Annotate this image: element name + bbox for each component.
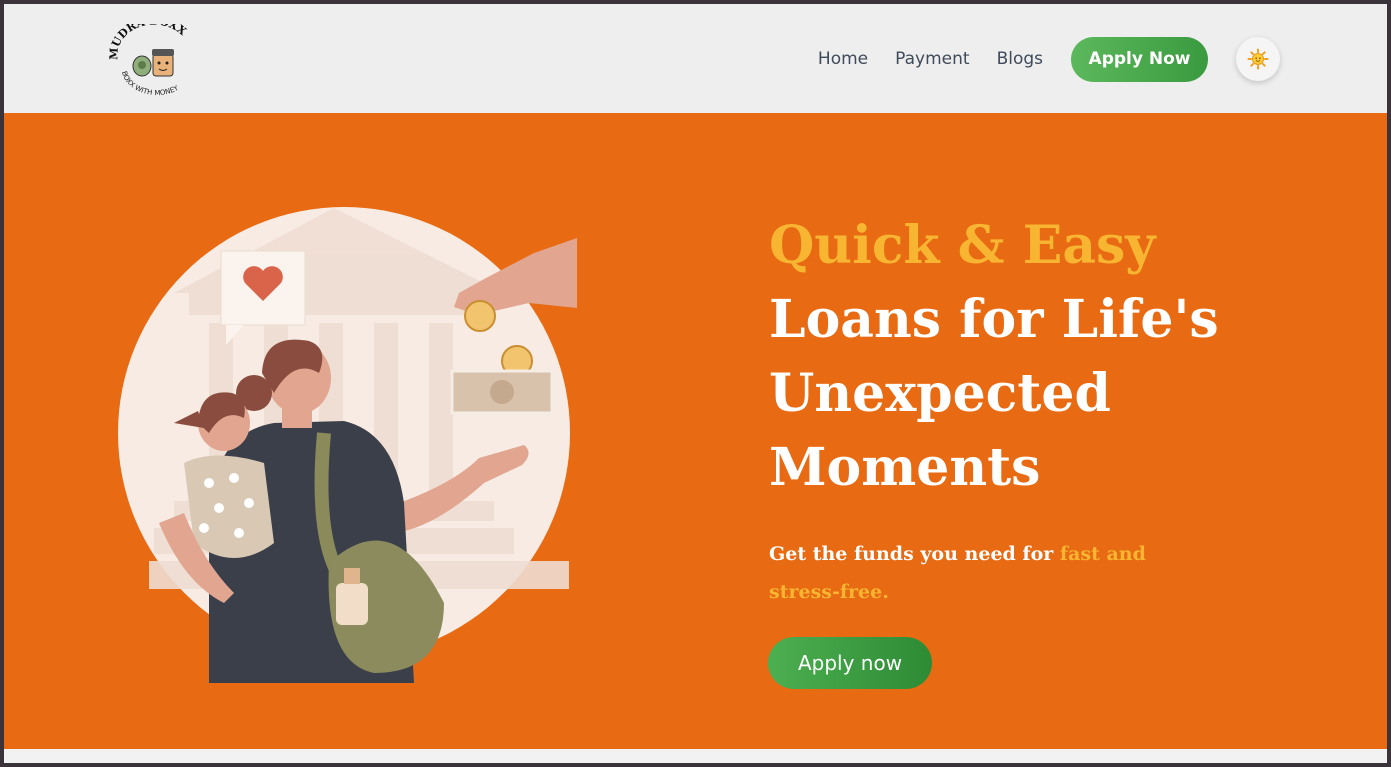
- family-loan-illustration: [118, 207, 577, 683]
- headline-line-2: Unexpected: [769, 363, 1111, 424]
- headline-line-3: Moments: [769, 437, 1041, 498]
- header-apply-now-button[interactable]: Apply Now: [1071, 36, 1208, 82]
- sun-icon: [1247, 48, 1269, 70]
- nav-home-link[interactable]: Home: [818, 49, 868, 69]
- hero-apply-now-button[interactable]: Apply now: [768, 637, 932, 689]
- mudra-boxx-logo[interactable]: MUDRA BOXX BOXX WITH MONEY: [107, 15, 200, 100]
- theme-toggle-button[interactable]: [1236, 37, 1280, 81]
- browser-viewport: MUDRA BOXX BOXX WITH MONEY Home Payment …: [4, 4, 1387, 763]
- svg-text:MUDRA BOXX: MUDRA BOXX: [108, 24, 189, 60]
- nav-blogs-link[interactable]: Blogs: [997, 49, 1043, 69]
- hero-section: Quick & Easy Loans for Life's Unexpected…: [4, 113, 1387, 749]
- hero-headline: Quick & Easy Loans for Life's Unexpected…: [769, 209, 1289, 505]
- nav-payment-link[interactable]: Payment: [895, 49, 969, 69]
- headline-accent: Quick & Easy: [769, 215, 1156, 276]
- main-nav: Home Payment Blogs Apply Now: [818, 36, 1280, 82]
- page-bottom-strip: [4, 749, 1387, 763]
- site-header: MUDRA BOXX BOXX WITH MONEY Home Payment …: [4, 4, 1387, 113]
- subtext-main: Get the funds you need for: [769, 543, 1060, 565]
- hero-subtext: Get the funds you need for fast and stre…: [769, 535, 1209, 611]
- headline-line-1: Loans for Life's: [769, 289, 1219, 350]
